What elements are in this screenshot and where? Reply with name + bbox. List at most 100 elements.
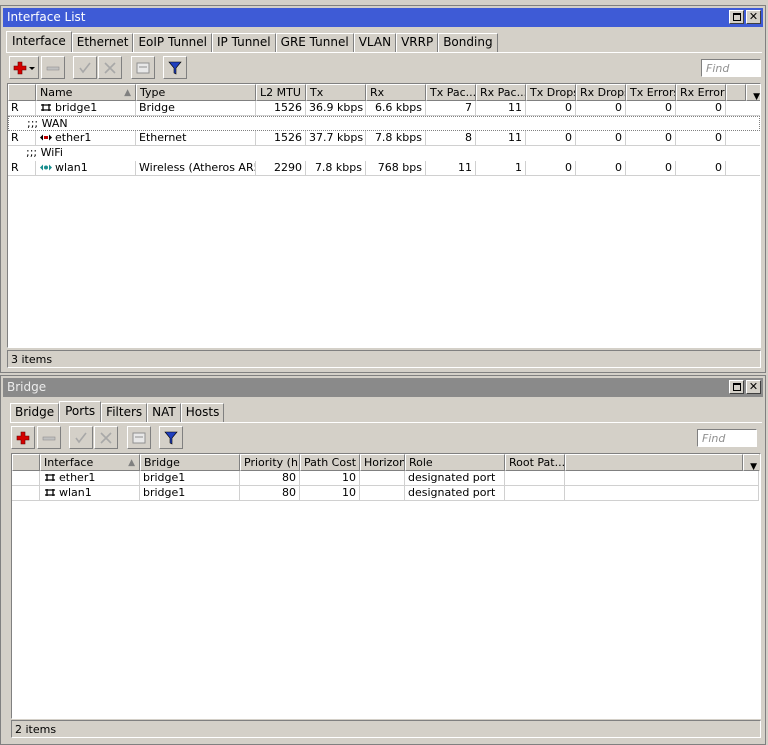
add-icon [13, 61, 35, 74]
bridge-port-icon [43, 488, 57, 500]
row-rx-drops: 0 [576, 131, 626, 146]
table-row[interactable]: R bridge1 Bridge 1526 36.9 kbps 6.6 kbps… [8, 101, 760, 116]
bridge-window: Bridge ✕ Bridge Ports Filters NAT Hosts [0, 375, 766, 745]
tab-bonding[interactable]: Bonding [438, 33, 498, 52]
column-empty [565, 454, 743, 471]
add-button[interactable] [11, 426, 35, 449]
enable-button[interactable] [69, 426, 93, 449]
tab-filters[interactable]: Filters [101, 403, 148, 422]
column-flag[interactable] [8, 84, 36, 101]
column-rx-errors[interactable]: Rx Errors [676, 84, 726, 101]
ports-table-header: Interface▲ Bridge Priority (h... Path Co… [12, 454, 760, 471]
chevron-down-icon: ▼ [750, 462, 757, 471]
column-interface[interactable]: Interface ▲ [40, 454, 140, 471]
tab-vlan[interactable]: VLAN [353, 33, 397, 52]
column-rx-drops[interactable]: Rx Drops [576, 84, 626, 101]
bridge-port-icon [43, 473, 57, 485]
column-priority[interactable]: Priority (h... [240, 454, 300, 471]
remove-button[interactable] [41, 56, 65, 79]
row-flag: R [8, 131, 36, 146]
ports-table: Interface▲ Bridge Priority (h... Path Co… [11, 453, 761, 719]
tab-gre-tunnel[interactable]: GRE Tunnel [275, 33, 354, 52]
comment-row-wan[interactable]: ;;; WAN [8, 116, 760, 131]
bridge-titlebar[interactable]: Bridge ✕ [3, 378, 763, 397]
tab-hosts[interactable]: Hosts [180, 403, 225, 422]
enable-button[interactable] [73, 56, 97, 79]
column-l2-mtu[interactable]: L2 MTU [256, 84, 306, 101]
column-name[interactable]: Name ▲ [36, 84, 136, 101]
close-button[interactable]: ✕ [746, 380, 761, 394]
add-icon [16, 431, 30, 444]
close-button[interactable]: ✕ [746, 10, 761, 24]
row-tx-packets: 7 [426, 101, 476, 116]
row-tx-errors: 0 [626, 131, 676, 146]
check-icon [79, 62, 91, 73]
column-tx-packets[interactable]: Tx Pac... [426, 84, 476, 101]
filter-button[interactable] [163, 56, 187, 79]
tab-bridge[interactable]: Bridge [10, 403, 60, 422]
row-empty [565, 486, 759, 501]
filter-button[interactable] [159, 426, 183, 449]
close-icon: ✕ [748, 10, 759, 23]
row-l2mtu: 2290 [256, 161, 306, 176]
tab-eoip-tunnel[interactable]: EoIP Tunnel [133, 33, 212, 52]
bridge-toolbar [10, 424, 762, 452]
interface-list-window: Interface List ✕ Interface Ethernet EoIP… [0, 5, 766, 373]
column-path-cost[interactable]: Path Cost [300, 454, 360, 471]
column-menu[interactable]: ▼ [746, 84, 760, 101]
interface-list-titlebar[interactable]: Interface List ✕ [3, 8, 763, 27]
column-rx-packets[interactable]: Rx Pac... [476, 84, 526, 101]
row-rx-drops: 0 [576, 161, 626, 176]
column-role[interactable]: Role [405, 454, 505, 471]
row-horizon [360, 471, 405, 486]
tab-nat[interactable]: NAT [147, 403, 181, 422]
column-bridge[interactable]: Bridge [140, 454, 240, 471]
comment-button[interactable] [131, 56, 155, 79]
sort-arrow-icon: ▲ [124, 88, 131, 98]
column-flag[interactable] [12, 454, 40, 471]
row-l2mtu: 1526 [256, 101, 306, 116]
interface-tabs: Interface Ethernet EoIP Tunnel IP Tunnel… [6, 31, 498, 52]
table-row[interactable]: R wlan1 Wireless (Atheros AR5... 2290 7.… [8, 161, 760, 176]
tab-vrrp[interactable]: VRRP [396, 33, 439, 52]
x-icon [100, 431, 112, 444]
maximize-button[interactable] [729, 380, 744, 394]
tab-ethernet[interactable]: Ethernet [71, 33, 134, 52]
maximize-button[interactable] [729, 10, 744, 24]
find-input[interactable] [701, 59, 761, 77]
maximize-icon [733, 13, 741, 21]
column-tx-errors[interactable]: Tx Errors [626, 84, 676, 101]
table-row[interactable]: wlan1 bridge1 80 10 designated port [12, 486, 760, 501]
column-rx[interactable]: Rx [366, 84, 426, 101]
column-tx[interactable]: Tx [306, 84, 366, 101]
row-flag: R [8, 161, 36, 176]
column-menu[interactable]: ▼ [743, 454, 759, 471]
column-root-path[interactable]: Root Pat... [505, 454, 565, 471]
add-button[interactable] [9, 56, 39, 79]
tab-divider [6, 52, 762, 53]
table-row[interactable]: ether1 bridge1 80 10 designated port [12, 471, 760, 486]
row-rx: 6.6 kbps [366, 101, 426, 116]
column-type[interactable]: Type [136, 84, 256, 101]
row-flag: R [8, 101, 36, 116]
bridge-tabs: Bridge Ports Filters NAT Hosts [10, 401, 225, 422]
filter-icon [168, 61, 182, 74]
tab-ip-tunnel[interactable]: IP Tunnel [212, 33, 276, 52]
column-tx-drops[interactable]: Tx Drops [526, 84, 576, 101]
remove-button[interactable] [37, 426, 61, 449]
disable-button[interactable] [94, 426, 118, 449]
column-horizon[interactable]: Horizon [360, 454, 405, 471]
row-rx: 768 bps [366, 161, 426, 176]
row-path-cost: 10 [300, 486, 360, 501]
bridge-status-bar: 2 items [11, 720, 761, 738]
comment-row-wifi[interactable]: ;;; WiFi [8, 146, 760, 161]
disable-button[interactable] [98, 56, 122, 79]
ethernet-icon [39, 133, 53, 145]
row-l2mtu: 1526 [256, 131, 306, 146]
row-role: designated port [405, 486, 505, 501]
tab-interface[interactable]: Interface [6, 31, 72, 52]
find-input[interactable] [697, 429, 757, 447]
tab-ports[interactable]: Ports [59, 401, 102, 422]
table-row[interactable]: R ether1 Ethernet 1526 37.7 kbps 7.8 kbp… [8, 131, 760, 146]
comment-button[interactable] [127, 426, 151, 449]
